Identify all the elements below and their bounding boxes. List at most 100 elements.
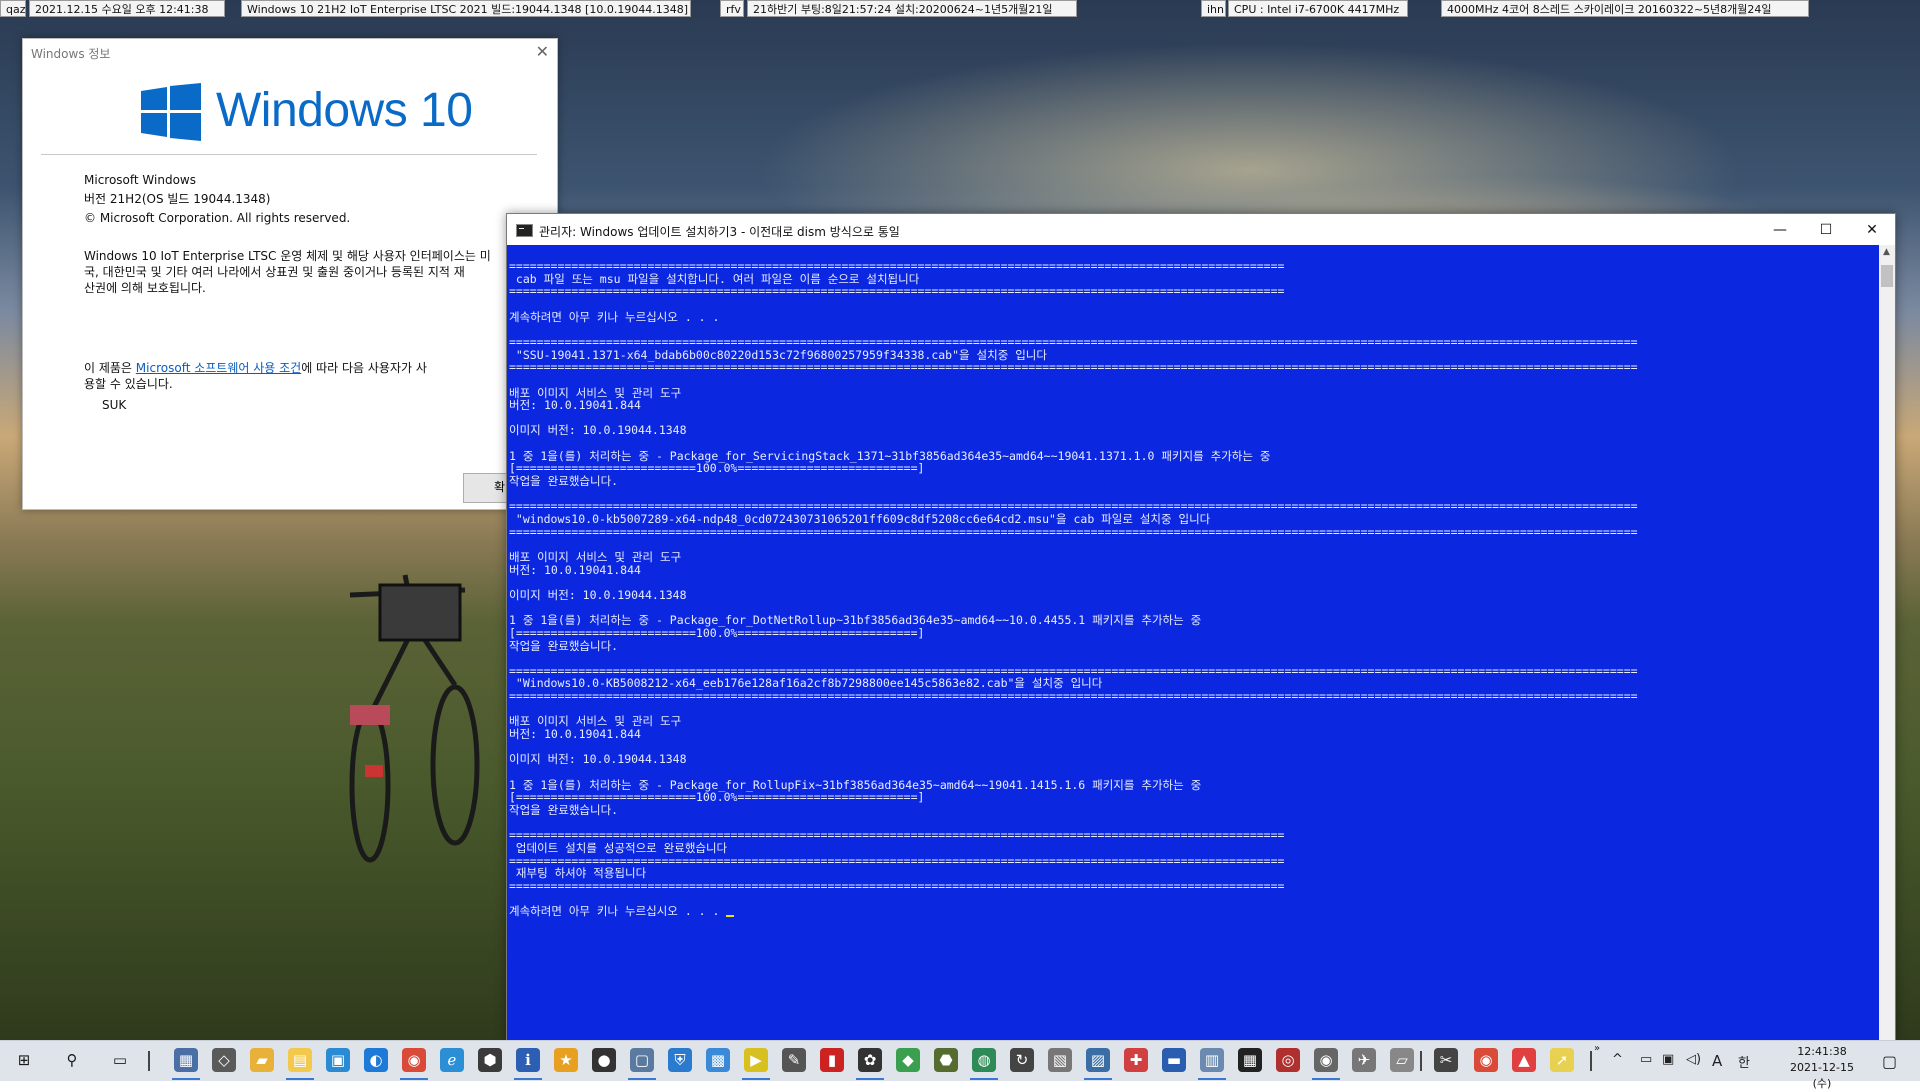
console-line: 작업을 완료했습니다. bbox=[509, 638, 619, 653]
window-title: 관리자: Windows 업데이트 설치하기3 - 이전대로 dism 방식으로… bbox=[539, 225, 900, 239]
app-icon-20[interactable]: ▦ bbox=[1238, 1048, 1262, 1072]
console-line: 계속하려면 아무 키나 누르십시오 . . . bbox=[509, 309, 720, 324]
app-icon-7[interactable]: ▢ bbox=[630, 1048, 654, 1072]
console-line: 버전: 10.0.19041.844 bbox=[509, 398, 641, 413]
console-line: 버전: 10.0.19041.844 bbox=[509, 727, 641, 742]
app-icon-10[interactable]: ▮ bbox=[820, 1048, 844, 1072]
console-output[interactable]: ========================================… bbox=[507, 245, 1879, 1041]
app-icon-23[interactable]: ✈ bbox=[1352, 1048, 1376, 1072]
app-icon-2[interactable]: ◇ bbox=[212, 1048, 236, 1072]
info-box-label-rfv: rfv bbox=[720, 0, 744, 17]
bicycle-image bbox=[349, 574, 480, 863]
app-icon-5[interactable]: ★ bbox=[554, 1048, 578, 1072]
maximize-button[interactable]: ☐ bbox=[1803, 216, 1849, 244]
console-line: ========================================… bbox=[509, 284, 1285, 299]
license-text: 이 제품은 Microsoft 소프트웨어 사용 조건에 따라 다음 사용자가 … bbox=[84, 360, 427, 377]
window-titlebar[interactable]: 관리자: Windows 업데이트 설치하기3 - 이전대로 dism 방식으로… bbox=[507, 214, 1895, 245]
app-icon-22[interactable]: ◉ bbox=[1314, 1048, 1338, 1072]
console-line: ========================================… bbox=[509, 524, 1638, 539]
toolbar-separator bbox=[1590, 1051, 1592, 1071]
app-icon-8[interactable]: ▩ bbox=[706, 1048, 730, 1072]
start-icon[interactable]: ⊞ bbox=[12, 1048, 36, 1072]
app-icon-4[interactable]: ⬢ bbox=[478, 1048, 502, 1072]
console-line: 이미지 버전: 10.0.19044.1348 bbox=[509, 587, 687, 602]
close-button[interactable]: ✕ bbox=[1849, 216, 1895, 244]
ie-icon[interactable]: ℯ bbox=[440, 1048, 464, 1072]
app-icon-19[interactable]: ▥ bbox=[1200, 1048, 1224, 1072]
ime-mode-indicator[interactable]: A bbox=[1712, 1052, 1722, 1070]
app-icon-18[interactable]: ▬ bbox=[1162, 1048, 1186, 1072]
notification-icon[interactable]: ▢ bbox=[1882, 1052, 1897, 1071]
licensed-user: SUK bbox=[102, 398, 127, 412]
app-icon-26[interactable]: ➚ bbox=[1550, 1048, 1574, 1072]
close-icon[interactable]: ✕ bbox=[536, 42, 549, 61]
license-terms-link[interactable]: Microsoft 소프트웨어 사용 조건 bbox=[136, 361, 301, 375]
about-windows-dialog: Windows 정보 ✕ Windows 10 Microsoft Window… bbox=[22, 38, 565, 510]
info-box-datetime: 2021.12.15 수요일 오후 12:41:38 bbox=[29, 0, 225, 17]
copyright-text: © Microsoft Corporation. All rights rese… bbox=[84, 211, 351, 225]
ime-language-indicator[interactable]: 한 bbox=[1738, 1052, 1750, 1071]
console-line: ========================================… bbox=[509, 360, 1638, 375]
console-line: 계속하려면 아무 키나 누르십시오 . . . bbox=[509, 904, 735, 918]
divider bbox=[41, 154, 537, 155]
console-line: ========================================… bbox=[509, 689, 1638, 704]
minimize-button[interactable]: — bbox=[1757, 216, 1803, 244]
toolbar-separator bbox=[148, 1051, 150, 1071]
file-explorer-icon[interactable]: ▰ bbox=[250, 1048, 274, 1072]
volume-icon[interactable]: ◁) bbox=[1686, 1052, 1701, 1067]
player-icon[interactable]: ▶ bbox=[744, 1048, 768, 1072]
refresh-icon[interactable]: ↻ bbox=[1010, 1048, 1034, 1072]
app-icon-24[interactable]: ▱ bbox=[1390, 1048, 1414, 1072]
info-box-label-qaz: qaz bbox=[0, 0, 26, 17]
edge-icon[interactable]: ◐ bbox=[364, 1048, 388, 1072]
license-text-line2: 용할 수 있습니다. bbox=[84, 377, 173, 391]
notes-icon[interactable]: ▤ bbox=[288, 1048, 312, 1072]
app-icon-1[interactable]: ▦ bbox=[174, 1048, 198, 1072]
legal-text-line3: 산권에 의해 보호됩니다. bbox=[84, 281, 206, 295]
app-icon-25[interactable]: ▲ bbox=[1512, 1048, 1536, 1072]
license-prefix: 이 제품은 bbox=[84, 361, 136, 375]
app-icon-17[interactable]: ✚ bbox=[1124, 1048, 1148, 1072]
command-prompt-window: 관리자: Windows 업데이트 설치하기3 - 이전대로 dism 방식으로… bbox=[506, 213, 1896, 1042]
app-icon-12[interactable]: ◆ bbox=[896, 1048, 920, 1072]
legal-text-line1: Windows 10 IoT Enterprise LTSC 운영 체제 및 해… bbox=[84, 249, 491, 263]
app-icon-21[interactable]: ◎ bbox=[1276, 1048, 1300, 1072]
version-text: 버전 21H2(OS 빌드 19044.1348) bbox=[84, 192, 271, 206]
console-app-icon bbox=[516, 224, 533, 237]
app-icon-9[interactable]: ✎ bbox=[782, 1048, 806, 1072]
info-box-label-ihn: ihn bbox=[1201, 0, 1226, 17]
info-icon[interactable]: ℹ bbox=[516, 1048, 540, 1072]
vertical-scrollbar[interactable]: ▲ bbox=[1879, 245, 1895, 1041]
console-line: 이미지 버전: 10.0.19044.1348 bbox=[509, 752, 687, 767]
clock-date: 2021-12-15 (수) bbox=[1790, 1061, 1854, 1090]
app-icon-11[interactable]: ✿ bbox=[858, 1048, 882, 1072]
task-view-icon[interactable]: ▭ bbox=[108, 1048, 132, 1072]
scrollbar-thumb[interactable] bbox=[1881, 265, 1893, 287]
scroll-up-icon[interactable]: ▲ bbox=[1883, 247, 1890, 257]
scissors-icon[interactable]: ✂ bbox=[1434, 1048, 1458, 1072]
toolbar-chevron-icon[interactable]: » bbox=[1594, 1043, 1600, 1054]
chrome-icon-2[interactable]: ◉ bbox=[1474, 1048, 1498, 1072]
info-box-uptime: 21하반기 부팅:8일21:57:24 설치:20200624~1년5개월21일 bbox=[747, 0, 1077, 17]
app-icon-14[interactable]: ◍ bbox=[972, 1048, 996, 1072]
text-cursor bbox=[726, 915, 735, 918]
info-bar: qaz 2021.12.15 수요일 오후 12:41:38 Windows 1… bbox=[0, 0, 1920, 19]
shield-icon[interactable]: ⛨ bbox=[668, 1048, 692, 1072]
license-suffix: 에 따라 다음 사용자가 사 bbox=[301, 361, 427, 375]
display-icon[interactable]: ▣ bbox=[1662, 1052, 1674, 1067]
tray-overflow-icon[interactable]: ^ bbox=[1612, 1052, 1623, 1067]
legal-text-line2: 국, 대한민국 및 기타 여러 나라에서 상표권 및 출원 중이거나 등록된 지… bbox=[84, 265, 465, 279]
app-icon-15[interactable]: ▧ bbox=[1048, 1048, 1072, 1072]
info-box-cpu: CPU : Intel i7-6700K 4417MHz bbox=[1228, 0, 1408, 17]
chrome-icon[interactable]: ◉ bbox=[402, 1048, 426, 1072]
app-icon-6[interactable]: ● bbox=[592, 1048, 616, 1072]
app-icon-13[interactable]: ⬣ bbox=[934, 1048, 958, 1072]
system-clock[interactable]: 12:41:38 2021-12-15 (수) bbox=[1782, 1044, 1862, 1092]
app-icon-16[interactable]: ▨ bbox=[1086, 1048, 1110, 1072]
search-icon[interactable]: ⚲ bbox=[60, 1048, 84, 1072]
toolbar-separator bbox=[1420, 1051, 1422, 1071]
network-icon[interactable]: ▭ bbox=[1640, 1052, 1652, 1067]
dialog-title: Windows 정보 bbox=[31, 47, 111, 61]
app-icon-3[interactable]: ▣ bbox=[326, 1048, 350, 1072]
console-line: 이미지 버전: 10.0.19044.1348 bbox=[509, 423, 687, 438]
